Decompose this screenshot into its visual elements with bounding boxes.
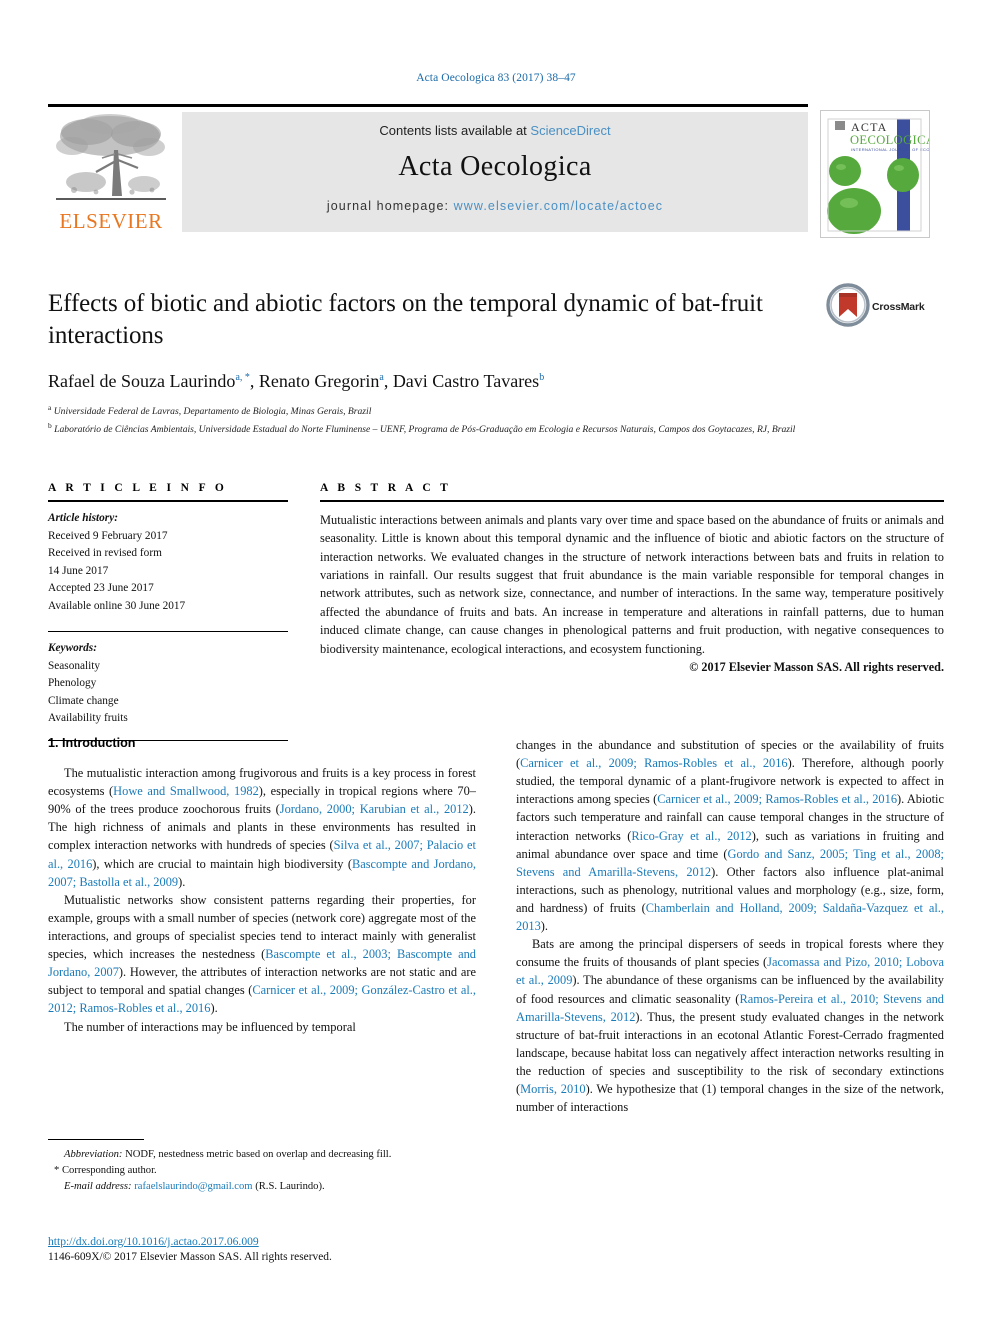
abstract-copyright: © 2017 Elsevier Masson SAS. All rights r… xyxy=(689,659,944,674)
corresponding-star: * xyxy=(54,1164,60,1176)
history-item: Received 9 February 2017 xyxy=(48,529,168,542)
affiliation-mark: a xyxy=(48,403,52,412)
history-item: 14 June 2017 xyxy=(48,564,109,577)
keyword-item: Seasonality xyxy=(48,659,101,672)
homepage-prefix: journal homepage: xyxy=(326,199,454,213)
keyword-item: Availability fruits xyxy=(48,712,128,724)
abstract-text: Mutualistic interactions between animals… xyxy=(320,513,944,656)
affiliation-text: Universidade Federal de Lavras, Departam… xyxy=(53,406,372,418)
author-marks: b xyxy=(539,372,545,383)
abbreviation-label: Abbreviation: xyxy=(64,1149,123,1160)
keywords-rule-top xyxy=(48,631,288,632)
paragraph-text: ). xyxy=(540,919,549,934)
crossmark-label: CrossMark xyxy=(872,301,925,313)
author-list: Rafael de Souza Laurindoa, *, Renato Gre… xyxy=(48,371,545,391)
paragraph: Bats are among the principal dispersers … xyxy=(516,935,944,1116)
elsevier-wordmark: ELSEVIER xyxy=(59,209,163,233)
abbreviation-text: NODF, nestedness metric based on overlap… xyxy=(122,1149,392,1160)
affiliation-item: a Universidade Federal de Lavras, Depart… xyxy=(48,402,918,420)
author-name: Renato Gregorin xyxy=(258,371,380,391)
email-link[interactable]: rafaelslaurindo@gmail.com xyxy=(134,1181,252,1192)
paragraph: The number of interactions may be influe… xyxy=(48,1018,476,1036)
paper-page: Acta Oecologica 83 (2017) 38–47 ELSEVIER… xyxy=(0,0,992,1323)
journal-masthead: Contents lists available at ScienceDirec… xyxy=(182,112,808,232)
svg-text:INTERNATIONAL JOURNAL OF ECOLO: INTERNATIONAL JOURNAL OF ECOLOGY xyxy=(851,147,929,152)
citation-link[interactable]: Howe and Smallwood, 1982 xyxy=(113,784,259,798)
journal-header: ELSEVIER Contents lists available at Sci… xyxy=(48,104,944,238)
footnote-email: E-mail address: rafaelslaurindo@gmail.co… xyxy=(48,1179,476,1195)
citation-link[interactable]: Jordano, 2000; Karubian et al., 2012 xyxy=(280,802,469,816)
crossmark-badge[interactable]: CrossMark xyxy=(826,283,944,335)
journal-cover-thumbnail: ACTA OECOLOGICA INTERNATIONAL JOURNAL OF… xyxy=(820,110,930,238)
keywords-block: Keywords: Seasonality Phenology Climate … xyxy=(48,640,288,728)
affiliation-mark: b xyxy=(48,421,52,431)
affiliation-item: b Laboratório de Ciências Ambientais, Un… xyxy=(48,420,918,438)
citation-link[interactable]: Carnicer et al., 2009; Ramos-Robles et a… xyxy=(520,756,787,770)
doi-block: http://dx.doi.org/10.1016/j.actao.2017.0… xyxy=(48,1235,548,1263)
affiliation-text: Laboratório de Ciências Ambientais, Univ… xyxy=(54,424,796,436)
doi-link[interactable]: http://dx.doi.org/10.1016/j.actao.2017.0… xyxy=(48,1235,548,1248)
abstract-heading: A B S T R A C T xyxy=(320,482,452,494)
article-history-label: Article history: xyxy=(48,512,118,524)
elsevier-tree-icon xyxy=(56,114,166,200)
email-suffix: (R.S. Laurindo). xyxy=(252,1180,325,1192)
svg-text:OECOLOGICA: OECOLOGICA xyxy=(850,133,929,147)
author-name: Rafael de Souza Laurindo xyxy=(48,371,236,391)
abstract-rule xyxy=(320,500,944,502)
header-top-rule xyxy=(48,104,808,107)
email-label: E-mail address: xyxy=(64,1180,132,1192)
article-info-column: A R T I C L E I N F O Article history: R… xyxy=(48,482,288,741)
article-info-heading: A R T I C L E I N F O xyxy=(48,482,228,494)
author-marks: a, * xyxy=(235,372,250,383)
abstract-column: A B S T R A C T Mutualistic interactions… xyxy=(320,482,944,675)
affiliation-list: a Universidade Federal de Lavras, Depart… xyxy=(48,402,918,438)
title-block: Effects of biotic and abiotic factors on… xyxy=(48,288,848,438)
history-item: Available online 30 June 2017 xyxy=(48,599,186,612)
crossmark-icon xyxy=(826,283,870,327)
issn-copyright-line: 1146-609X/© 2017 Elsevier Masson SAS. Al… xyxy=(48,1251,332,1263)
paragraph-text: ), which are crucial to maintain high bi… xyxy=(92,856,352,871)
article-info-rule xyxy=(48,500,288,502)
citation-link[interactable]: Carnicer et al., 2009; Ramos-Robles et a… xyxy=(657,792,897,806)
journal-title: Acta Oecologica xyxy=(398,151,592,182)
article-history: Article history: Received 9 February 201… xyxy=(48,510,288,615)
keywords-label: Keywords: xyxy=(48,642,97,654)
page-title: Effects of biotic and abiotic factors on… xyxy=(48,290,763,349)
section-title-introduction: 1. Introduction xyxy=(48,736,136,750)
footnote-corresponding: * Corresponding author. xyxy=(48,1163,476,1179)
running-head: Acta Oecologica 83 (2017) 38–47 xyxy=(416,72,576,84)
svg-text:ACTA: ACTA xyxy=(851,120,888,134)
paragraph-text: The number of interactions may be influe… xyxy=(64,1019,356,1034)
history-item: Received in revised form xyxy=(48,547,162,559)
paragraph: Mutualistic networks show consistent pat… xyxy=(48,891,476,1018)
paragraph-text: ). xyxy=(210,1001,218,1016)
corresponding-text: Corresponding author. xyxy=(61,1164,157,1176)
author-name: Davi Castro Tavares xyxy=(392,371,540,391)
history-item: Accepted 23 June 2017 xyxy=(48,582,154,594)
citation-link[interactable]: Rico-Gray et al., 2012 xyxy=(631,829,751,843)
footnote-block: Abbreviation: NODF, nestedness metric ba… xyxy=(48,1139,476,1195)
citation-link[interactable]: Morris, 2010 xyxy=(520,1082,585,1096)
journal-cover-image: ACTA OECOLOGICA INTERNATIONAL JOURNAL OF… xyxy=(821,111,929,237)
keyword-item: Phenology xyxy=(48,677,97,689)
keyword-item: Climate change xyxy=(48,694,119,707)
paragraph: changes in the abundance and substitutio… xyxy=(516,736,944,935)
body-column-left: 1. Introduction The mutualistic interact… xyxy=(48,736,476,1036)
footnote-rule xyxy=(48,1139,144,1140)
homepage-line: journal homepage: www.elsevier.com/locat… xyxy=(182,199,808,213)
sciencedirect-link[interactable]: ScienceDirect xyxy=(530,123,610,138)
body-column-right: changes in the abundance and substitutio… xyxy=(516,736,944,1116)
paragraph: The mutualistic interaction among frugiv… xyxy=(48,764,476,891)
contents-prefix: Contents lists available at xyxy=(379,123,531,138)
paragraph-text: ). xyxy=(178,874,186,889)
footnote-abbreviation: Abbreviation: NODF, nestedness metric ba… xyxy=(48,1147,476,1163)
author-marks: a xyxy=(379,372,384,383)
elsevier-logo: ELSEVIER xyxy=(48,110,174,236)
contents-line: Contents lists available at ScienceDirec… xyxy=(182,123,808,138)
homepage-url-link[interactable]: www.elsevier.com/locate/actoec xyxy=(454,199,663,213)
